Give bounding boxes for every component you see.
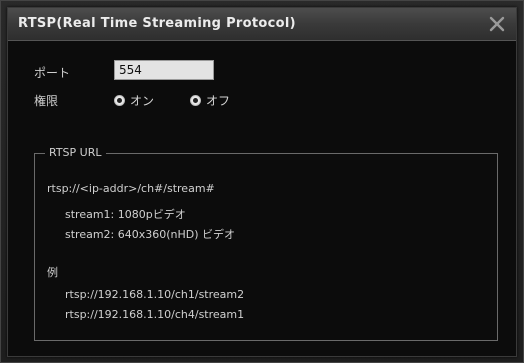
example-url-2: rtsp://192.168.1.10/ch4/stream1 <box>65 308 245 321</box>
port-input[interactable] <box>114 60 214 80</box>
radio-selected-icon <box>114 95 125 106</box>
title-bar: RTSP(Real Time Streaming Protocol) <box>8 8 516 41</box>
window-frame: RTSP(Real Time Streaming Protocol) ポート 権… <box>0 0 524 363</box>
auth-radio-on-label: オン <box>130 94 155 108</box>
dialog-title: RTSP(Real Time Streaming Protocol) <box>18 16 296 31</box>
auth-label: 権限 <box>34 94 59 108</box>
close-icon <box>489 16 505 32</box>
stream1-description: stream1: 1080pビデオ <box>65 208 186 221</box>
radio-icon <box>190 95 201 106</box>
rtsp-url-format: rtsp://<ip-addr>/ch#/stream# <box>47 182 215 195</box>
port-label: ポート <box>34 66 71 80</box>
example-url-1: rtsp://192.168.1.10/ch1/stream2 <box>65 288 245 301</box>
auth-radio-on[interactable]: オン <box>114 92 154 109</box>
auth-radio-off-label: オフ <box>206 94 231 108</box>
close-button[interactable] <box>484 11 510 37</box>
rtsp-url-legend: RTSP URL <box>45 146 106 159</box>
example-label: 例 <box>47 266 58 279</box>
rtsp-dialog: RTSP(Real Time Streaming Protocol) ポート 権… <box>7 7 517 357</box>
stream2-description: stream2: 640x360(nHD) ビデオ <box>65 228 236 241</box>
rtsp-url-group: RTSP URL rtsp://<ip-addr>/ch#/stream# st… <box>34 146 498 341</box>
auth-radio-off[interactable]: オフ <box>190 92 230 109</box>
